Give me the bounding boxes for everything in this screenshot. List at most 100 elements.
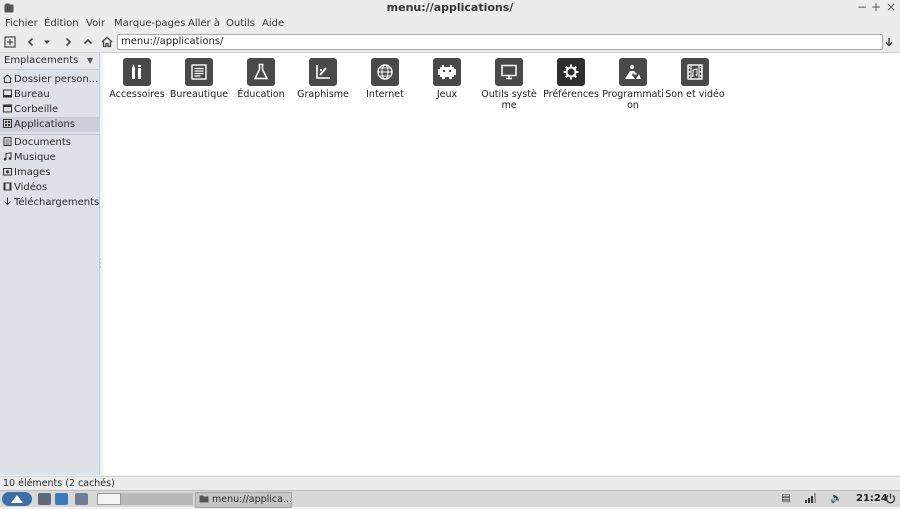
music-icon [3,152,12,161]
office-icon [185,58,213,86]
sidebar-item-applications[interactable]: Applications [0,117,99,132]
sidebar-item-label: Documents [14,137,72,148]
sidebar-item-label: Applications [14,119,76,130]
menu-bar: Fichier Édition Voir Marque-pages Aller … [0,16,900,32]
back-icon[interactable] [24,35,38,49]
graphics-icon [309,58,337,86]
power-icon[interactable] [884,493,896,505]
sidebar-header-label: Emplacements [4,55,79,66]
desktop-icon [3,89,12,98]
home-icon[interactable] [100,35,114,49]
app-folder-graphisme[interactable]: Graphisme [292,57,354,100]
chevron-down-icon: ▼ [87,56,94,65]
pictures-icon [3,168,12,176]
sidebar-item-telechargements[interactable]: Téléchargements [0,195,99,210]
volume-icon[interactable]: 🔈 [830,493,842,505]
taskbar: menu://applica... ▤ 🔈 21:24 [0,490,900,508]
app-label: Graphisme [297,89,349,100]
go-icon[interactable] [882,35,896,49]
status-text: 10 éléments (2 cachés) [3,478,115,489]
toolbar: menu://applications/ [0,32,900,53]
space-invader-icon [433,58,461,86]
app-folder-outils-systeme[interactable]: Outils système [478,57,540,111]
sidebar-item-label: Images [14,167,51,178]
clipboard-icon[interactable]: ▤ [780,493,792,505]
app-folder-internet[interactable]: Internet [354,57,416,100]
sidebar-item-bureau[interactable]: Bureau [0,87,99,102]
accessories-icon [123,58,151,86]
sidebar-item-label: Dossier person... [14,74,99,85]
app-label: Bureautique [169,89,229,100]
taskbar-window-label: menu://applica... [212,494,292,505]
menu-outils[interactable]: Outils [226,18,255,29]
start-menu-button[interactable] [2,492,32,506]
workspace-3[interactable] [145,493,169,505]
sidebar: Emplacements ▼ Dossier person... Bureau … [0,53,100,475]
sidebar-item-label: Vidéos [14,182,48,193]
sidebar-item-documents[interactable]: Documents [0,135,99,150]
menu-aller-a[interactable]: Aller à [188,18,220,29]
folder-icon [199,495,209,503]
globe-icon [371,58,399,86]
app-label: Éducation [237,89,285,100]
sidebar-places-dropdown[interactable]: Emplacements ▼ [0,53,99,70]
trash-icon [3,104,12,113]
app-label: Son et vidéo [665,89,725,100]
sidebar-item-label: Musique [14,152,56,163]
documents-icon [3,137,12,146]
menu-voir[interactable]: Voir [86,18,105,29]
sidebar-item-label: Corbeille [14,104,59,115]
file-manager-launcher-icon[interactable] [55,493,68,505]
address-bar[interactable]: menu://applications/ [117,34,883,50]
app-folder-programmation[interactable]: Programmation [602,57,664,111]
maximize-button[interactable]: + [869,0,883,14]
app-folder-education[interactable]: Éducation [230,57,292,100]
new-tab-icon[interactable] [3,35,17,49]
app-label: Internet [366,89,404,100]
sidebar-item-musique[interactable]: Musique [0,150,99,165]
app-folder-bureautique[interactable]: Bureautique [168,57,230,100]
show-desktop-icon[interactable] [38,493,51,505]
window-title: menu://applications/ [386,1,514,14]
videos-icon [3,182,12,191]
menu-marque-pages[interactable]: Marque-pages [114,18,185,29]
monitor-icon [495,58,523,86]
app-folder-son-et-video[interactable]: Son et vidéo [664,57,726,100]
up-icon[interactable] [81,35,95,49]
construction-worker-icon [619,58,647,86]
sidebar-item-label: Bureau [14,89,50,100]
app-label: Accessoires [109,89,165,100]
app-label: Jeux [436,89,458,100]
forward-icon[interactable] [61,35,75,49]
gear-icon [557,58,585,86]
workspace-4[interactable] [169,493,193,505]
sidebar-item-videos[interactable]: Vidéos [0,180,99,195]
sidebar-resize-handle[interactable]: · · · [99,256,102,272]
app-folder-jeux[interactable]: Jeux [416,57,478,100]
sidebar-item-images[interactable]: Images [0,165,99,180]
file-view: Accessoires Bureautique Éducation Graphi… [103,53,900,475]
start-logo-icon [11,495,23,503]
sidebar-item-corbeille[interactable]: Corbeille [0,102,99,117]
applications-icon [3,119,12,128]
app-folder-preferences[interactable]: Préférences [540,57,602,100]
menu-fichier[interactable]: Fichier [5,18,38,29]
history-dropdown-icon[interactable] [40,35,54,49]
terminal-launcher-icon[interactable] [75,493,88,505]
network-signal-icon[interactable] [804,493,816,505]
menu-aide[interactable]: Aide [262,18,284,29]
app-folder-accessoires[interactable]: Accessoires [106,57,168,100]
app-label: Programmation [602,89,664,111]
home-icon [3,74,12,83]
app-label: Outils système [481,89,537,111]
film-strip-icon [681,58,709,86]
close-button[interactable]: × [884,0,898,14]
sidebar-item-home[interactable]: Dossier person... [0,72,99,87]
minimize-button[interactable]: − [855,0,869,14]
workspace-1[interactable] [97,493,121,505]
education-icon [247,58,275,86]
workspace-2[interactable] [121,493,145,505]
status-bar: 10 éléments (2 cachés) [0,476,900,490]
menu-edition[interactable]: Édition [44,18,79,29]
app-label: Préférences [543,89,599,100]
